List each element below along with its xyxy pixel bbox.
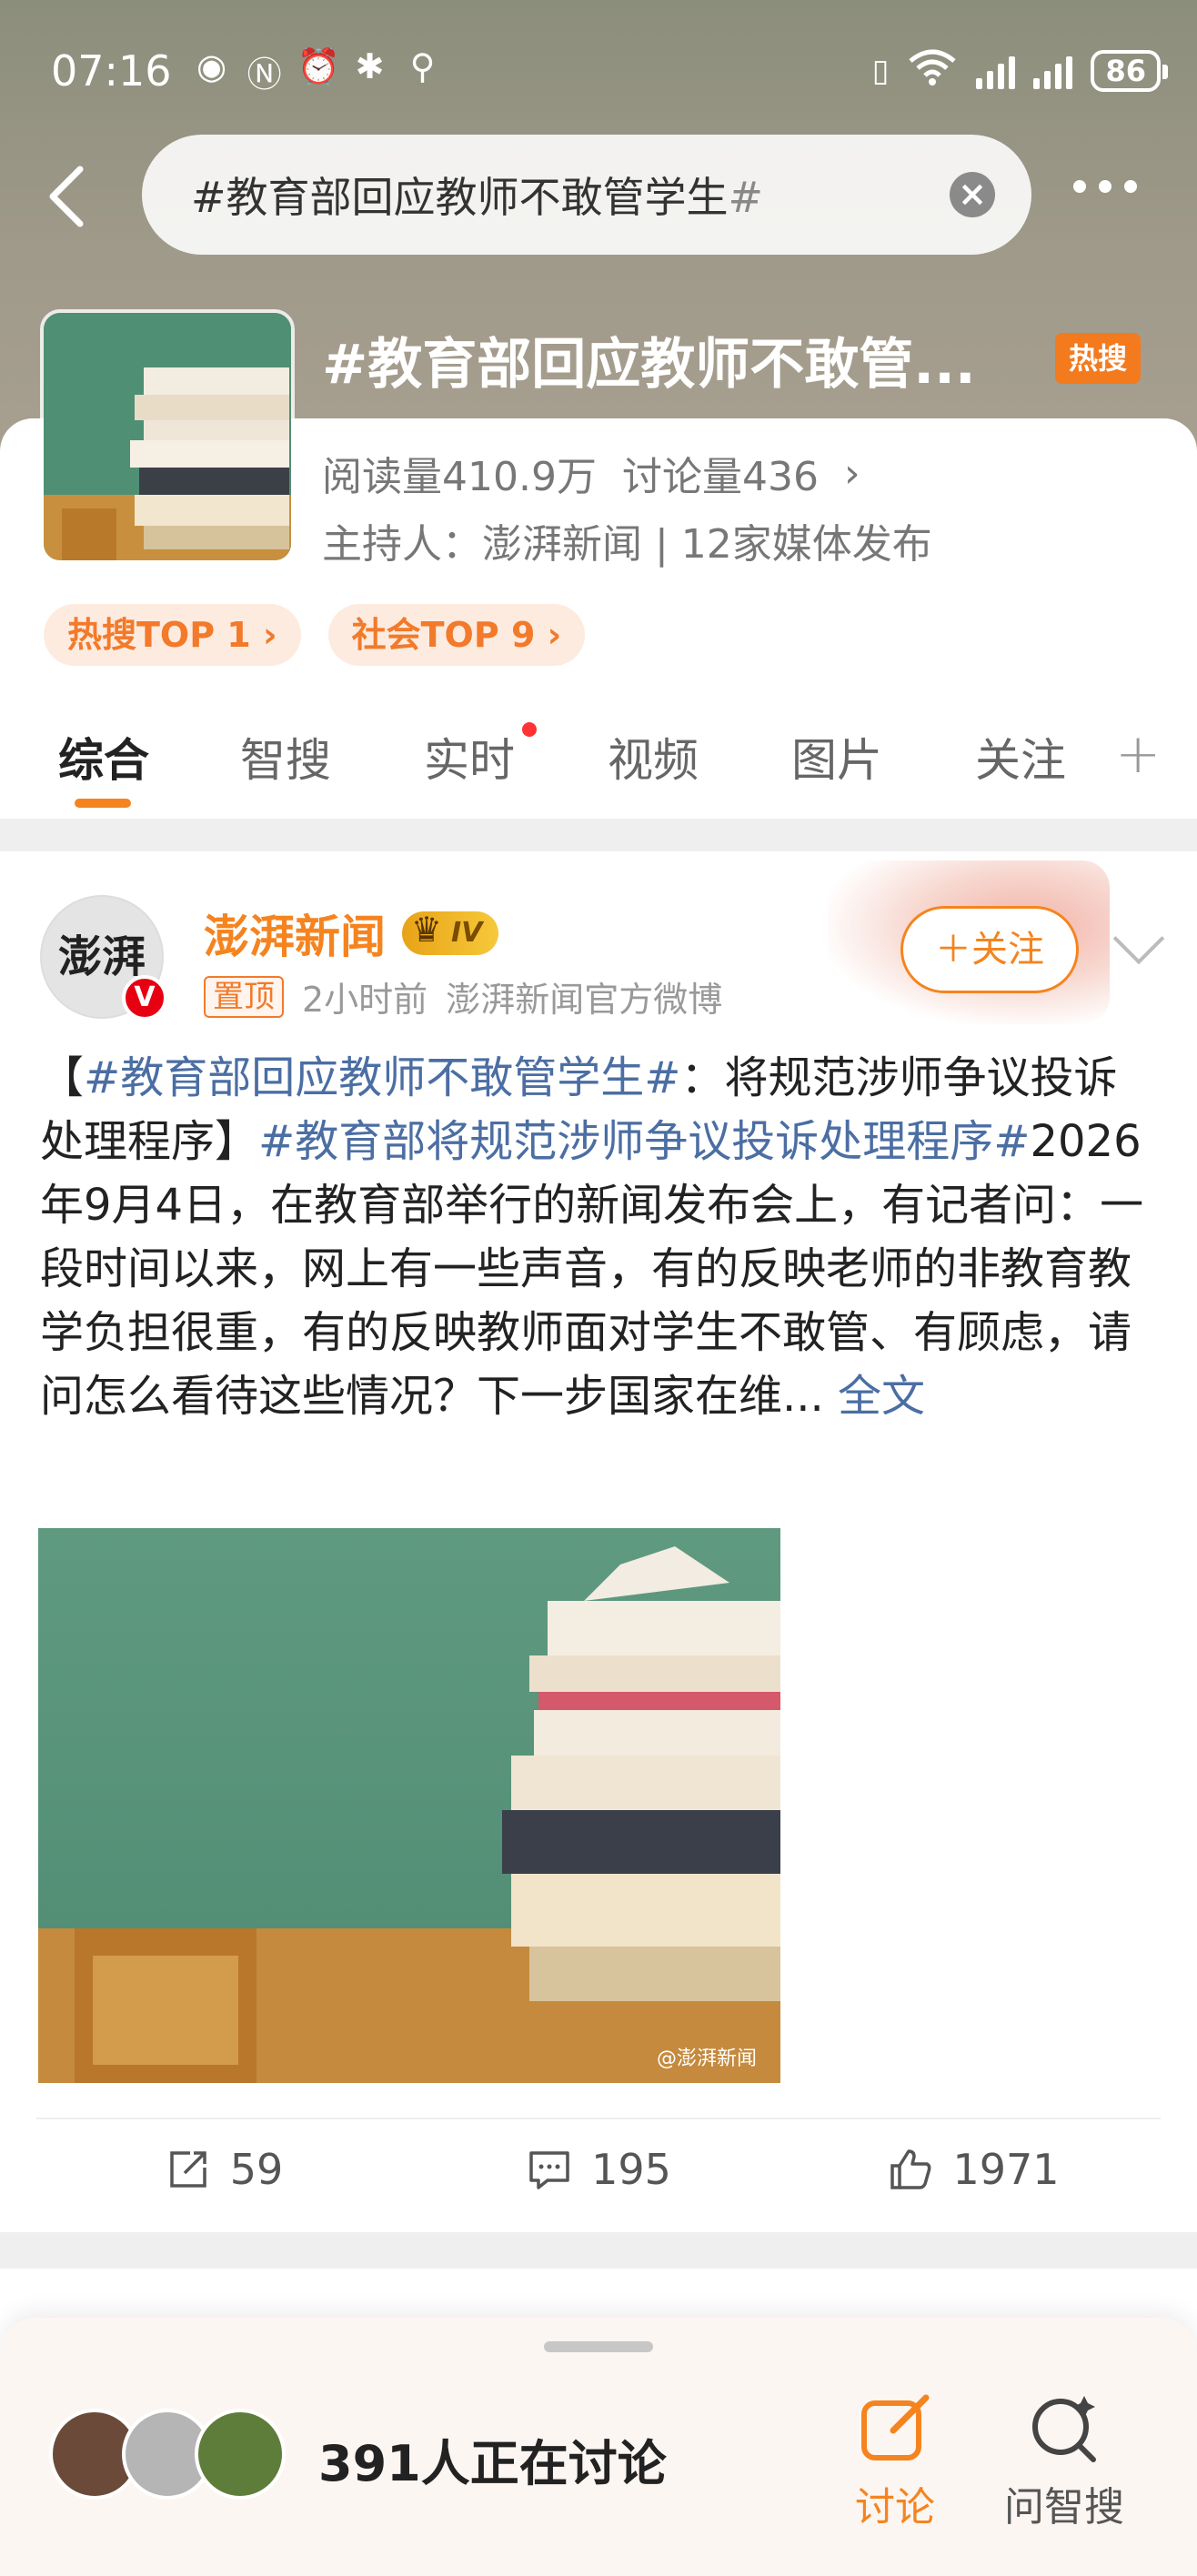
back-button[interactable]: [40, 160, 95, 233]
more-options-button[interactable]: [1073, 180, 1137, 193]
verified-badge: V: [122, 975, 167, 1021]
topic-title: #教育部回应教师不敢管...: [322, 333, 976, 397]
author-row: 澎湃新闻 IV: [204, 901, 499, 966]
wifi-icon: [907, 48, 958, 95]
follow-button[interactable]: ＋关注: [900, 906, 1079, 993]
participant-avatars: [49, 2409, 286, 2500]
drag-handle[interactable]: [544, 2341, 653, 2352]
post-card: 澎湃 V 澎湃新闻 IV 置顶 2小时前 澎湃新闻官方微博 ＋关注 【#教育部回…: [0, 851, 1197, 2232]
society-rank-chip[interactable]: 社会TOP 9 ›: [327, 604, 586, 666]
member-level-badge: IV: [402, 908, 499, 955]
status-bar: 07:16 ◉ Ⓝ ⏰ ✱ ⚲: [51, 42, 443, 100]
read-count: 阅读量410.9万: [322, 454, 597, 500]
back-arrow-icon: [49, 166, 84, 227]
repost-button[interactable]: 59: [36, 2119, 411, 2219]
like-count: 1971: [952, 2145, 1060, 2194]
tab-smart-search[interactable]: 智搜: [240, 724, 331, 790]
clear-search-button[interactable]: ×: [950, 172, 995, 217]
post-time: 2小时前: [302, 980, 428, 1020]
tab-bar: 综合 智搜 实时 视频 图片 关注 +: [0, 700, 1197, 819]
compose-icon: [861, 2394, 930, 2460]
app-notification-icon: ◉: [196, 45, 227, 86]
vibrate-icon: ▯: [871, 53, 890, 89]
tab-realtime[interactable]: 实时: [424, 724, 515, 790]
post-image[interactable]: @澎湃新闻: [38, 1528, 780, 2083]
read-more-link[interactable]: 全文: [838, 1371, 925, 1422]
topic-link-2[interactable]: #教育部将规范涉师争议投诉处理程序#: [258, 1116, 1030, 1167]
avatar: [195, 2409, 286, 2500]
discussing-count: 391人正在讨论: [318, 2435, 667, 2492]
discussion-bottom-sheet[interactable]: 391人正在讨论 讨论 问智搜: [0, 2318, 1197, 2576]
status-bar-right: ▯ 86: [871, 42, 1168, 100]
topic-cover-image[interactable]: [40, 309, 295, 564]
smart-search-icon: [1032, 2396, 1096, 2462]
discuss-button[interactable]: 讨论: [850, 2394, 940, 2532]
repost-count: 59: [229, 2145, 284, 2194]
realtime-dot: [522, 722, 537, 737]
search-bar[interactable]: #教育部回应教师不敢管学生# ×: [142, 135, 1031, 255]
post-text[interactable]: 【#教育部回应教师不敢管学生#：将规范涉师争议投诉处理程序】#教育部将规范涉师争…: [40, 1046, 1159, 1428]
post-source: 澎湃新闻官方微博: [446, 980, 723, 1020]
image-watermark: @澎湃新闻: [657, 2048, 757, 2070]
topic-stats[interactable]: 阅读量410.9万 讨论量436 ›: [322, 444, 860, 502]
discussion-count: 讨论量436: [621, 454, 819, 500]
comment-icon: [529, 2151, 569, 2189]
post-meta: 置顶 2小时前 澎湃新闻官方微博: [204, 971, 722, 1021]
signal-1-icon: [976, 53, 1016, 89]
chevron-down-icon[interactable]: [1112, 912, 1165, 965]
thumbs-up-icon: [890, 2149, 931, 2189]
like-button[interactable]: 1971: [786, 2119, 1161, 2219]
comment-button[interactable]: 195: [411, 2119, 786, 2219]
battery-indicator: 86: [1091, 50, 1168, 92]
location-icon: ⚲: [409, 45, 436, 86]
alarm-icon: ⏰: [297, 45, 340, 86]
tab-pictures[interactable]: 图片: [791, 724, 882, 790]
tab-video[interactable]: 视频: [608, 724, 699, 790]
tab-following[interactable]: 关注: [975, 724, 1066, 790]
post-actions: 59 195 1971: [36, 2118, 1161, 2219]
topic-link-1[interactable]: #教育部回应教师不敢管学生#: [84, 1052, 680, 1103]
author-name[interactable]: 澎湃新闻: [204, 901, 386, 966]
topic-host: 主持人：澎湃新闻 | 12家媒体发布: [322, 521, 932, 568]
pinned-badge: 置顶: [204, 975, 284, 1018]
search-input[interactable]: #教育部回应教师不敢管学生#: [191, 165, 950, 225]
close-icon: ×: [958, 174, 987, 214]
ask-smart-search-button[interactable]: 问智搜: [1001, 2394, 1128, 2532]
tab-comprehensive[interactable]: 综合: [58, 724, 149, 790]
rank-chips: 热搜TOP 1 › 社会TOP 9 ›: [44, 604, 586, 666]
active-tab-indicator: [75, 799, 131, 808]
add-tab-icon[interactable]: +: [1115, 722, 1161, 786]
share-icon: [169, 2151, 206, 2188]
chevron-right-icon: ›: [843, 449, 860, 497]
hot-rank-chip[interactable]: 热搜TOP 1 ›: [44, 604, 301, 666]
comment-count: 195: [591, 2145, 671, 2194]
signal-2-icon: [1033, 53, 1073, 89]
nfc-icon: Ⓝ: [246, 54, 282, 95]
status-time: 07:16: [51, 46, 172, 96]
hot-search-badge: 热搜: [1055, 333, 1141, 384]
bluetooth-icon: ✱: [355, 45, 385, 86]
